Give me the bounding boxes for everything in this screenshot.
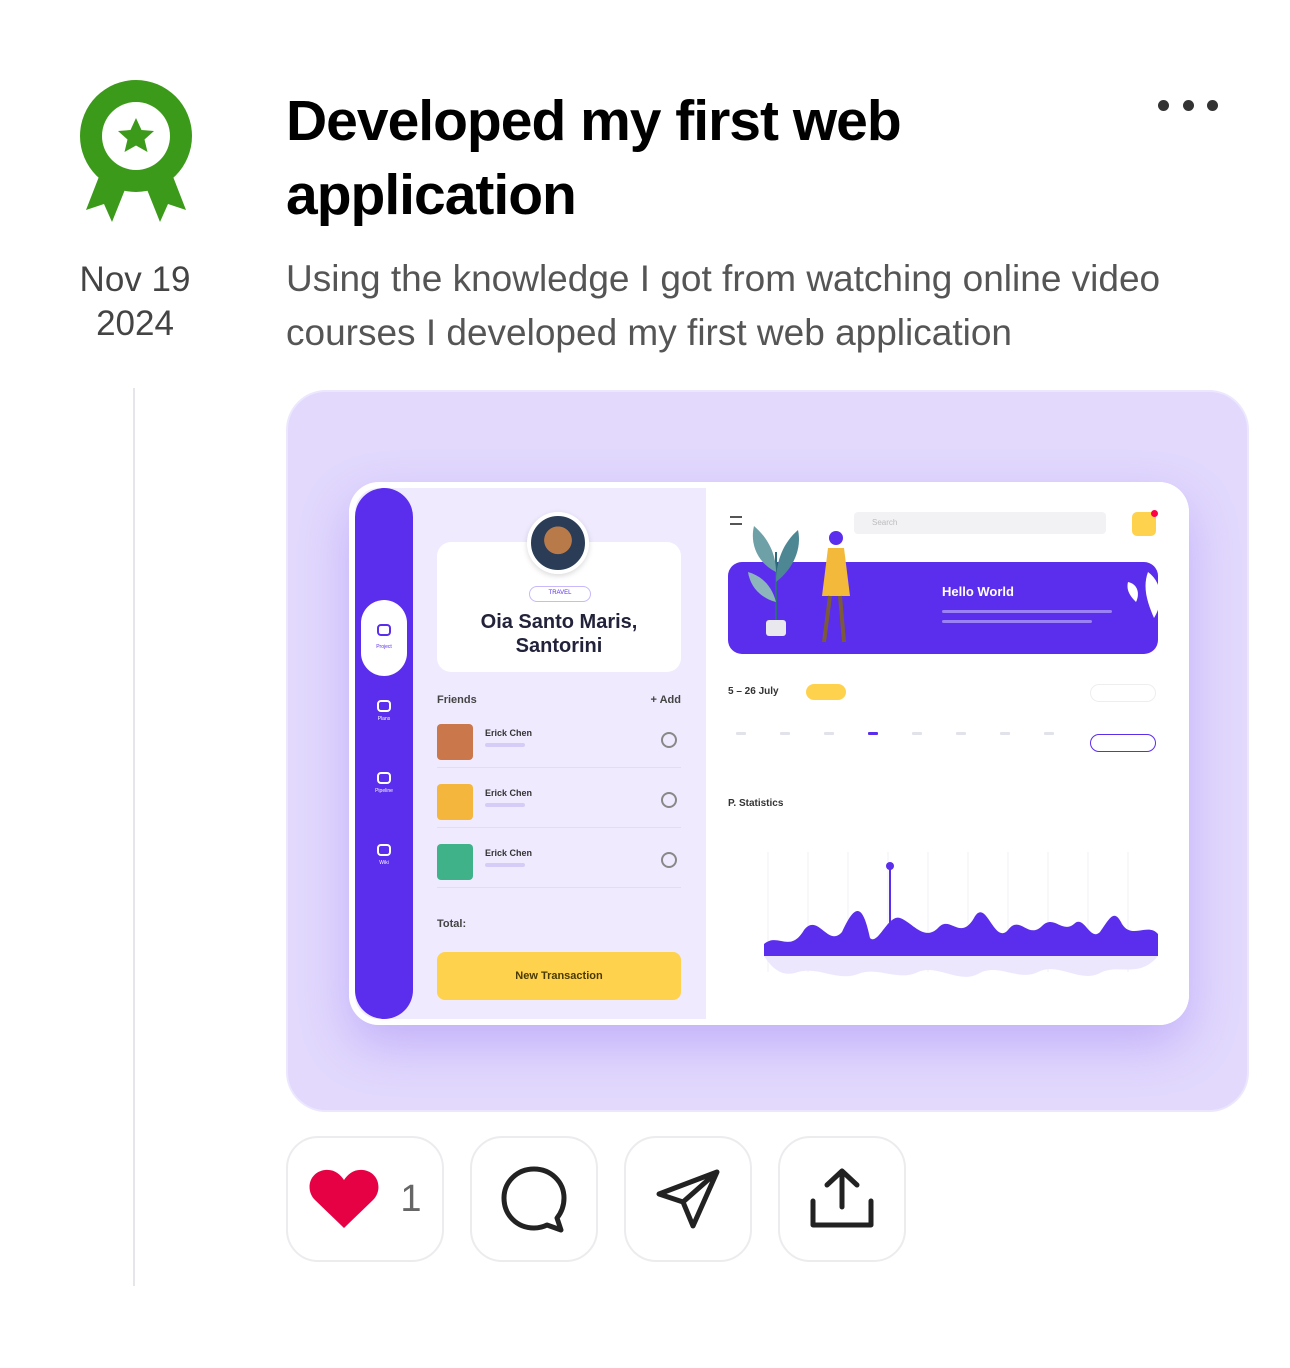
comment-button[interactable]	[470, 1136, 598, 1262]
like-count: 1	[400, 1177, 422, 1220]
day-tick	[1000, 732, 1010, 735]
friend-row: Erick Chen	[437, 718, 681, 768]
dashboard-left-panel: Project Plans Pipeline Wiki TRAVEL Oia S…	[349, 482, 706, 1025]
location-pin-icon	[661, 852, 677, 868]
date-range: 5 – 26 July	[728, 686, 779, 697]
more-dot-icon	[1158, 99, 1169, 111]
friends-header: Friends + Add	[437, 694, 681, 706]
rail-caption: Wiki	[379, 860, 389, 866]
rail-item-project: Project	[361, 600, 407, 676]
day-tick	[956, 732, 966, 735]
week-nav-arrows	[806, 684, 846, 700]
friend-name: Erick Chen	[485, 848, 533, 858]
status-pill	[1090, 734, 1156, 752]
person-illustration	[822, 531, 850, 643]
menu-icon	[730, 516, 742, 525]
hero-text-line	[942, 620, 1092, 623]
dashboard-side-rail: Project Plans Pipeline Wiki	[355, 488, 413, 1019]
day-tick	[868, 732, 878, 735]
post-description: Using the knowledge I got from watching …	[286, 258, 1161, 353]
new-transaction-button: New Transaction	[437, 952, 681, 1000]
friend-name: Erick Chen	[485, 788, 533, 798]
post-date-year: 2024	[96, 304, 174, 343]
friend-subtext	[485, 743, 525, 747]
location-pin-icon	[661, 792, 677, 808]
heart-icon	[309, 1169, 379, 1228]
rail-item-plans: Plans	[361, 692, 407, 768]
post-title: Developed my first web application	[286, 89, 902, 227]
more-dot-icon	[1207, 99, 1218, 111]
timeline-line	[133, 388, 135, 1286]
like-button[interactable]: 1	[286, 1136, 444, 1262]
day-tick	[780, 732, 790, 735]
place-name: Oia Santo Maris, Santorini	[480, 611, 638, 657]
plant-illustration	[748, 526, 800, 636]
rail-item-wiki: Wiki	[361, 836, 407, 912]
share-button[interactable]	[778, 1136, 906, 1262]
post-card: Nov 19 2024 Developed my first web appli…	[0, 0, 1290, 1368]
day-tick	[1044, 732, 1054, 735]
folder-icon	[377, 624, 391, 636]
dashboard-mockup: Project Plans Pipeline Wiki TRAVEL Oia S…	[349, 482, 1189, 1025]
friend-subtext	[485, 803, 525, 807]
friend-name: Erick Chen	[485, 728, 533, 738]
friend-row: Erick Chen	[437, 778, 681, 828]
send-icon	[656, 1169, 720, 1229]
week-select	[1090, 684, 1156, 702]
friend-photo	[437, 844, 473, 880]
rail-caption: Project	[376, 644, 392, 650]
friend-subtext	[485, 863, 525, 867]
stats-title: P. Statistics	[728, 798, 784, 809]
hero-title: Hello World	[942, 584, 1014, 599]
post-date: Nov 19 2024	[60, 258, 210, 346]
send-button[interactable]	[624, 1136, 752, 1262]
post-date-day: Nov 19	[79, 260, 191, 299]
add-friend-label: + Add	[650, 694, 681, 706]
post-actions: 1	[286, 1136, 926, 1264]
dashboard-search: Search	[854, 512, 1106, 534]
plans-icon	[377, 700, 391, 712]
statistics-chart	[764, 852, 1158, 977]
calendar-days	[736, 732, 1076, 756]
day-tick	[824, 732, 834, 735]
avatar	[527, 512, 589, 574]
wiki-icon	[377, 844, 391, 856]
post-image[interactable]: Project Plans Pipeline Wiki TRAVEL Oia S…	[286, 390, 1249, 1112]
rail-item-pipeline: Pipeline	[361, 764, 407, 840]
bell-icon	[1132, 510, 1158, 536]
day-tick	[912, 732, 922, 735]
more-dot-icon	[1182, 99, 1194, 111]
comment-icon	[501, 1166, 567, 1233]
dashboard-right-panel: Search Hello World 5 – 26 July P. Statis…	[706, 482, 1189, 1025]
friend-row: Erick Chen	[437, 838, 681, 888]
day-tick	[736, 732, 746, 735]
profile-tag: TRAVEL	[529, 586, 591, 602]
friend-photo	[437, 784, 473, 820]
friends-label: Friends	[437, 694, 477, 706]
award-badge-icon	[80, 80, 192, 222]
location-pin-icon	[661, 732, 677, 748]
total-label: Total:	[437, 918, 467, 930]
hero-text-line	[942, 610, 1112, 613]
rail-caption: Pipeline	[375, 788, 393, 794]
pipeline-icon	[377, 772, 391, 784]
more-options-button[interactable]	[1158, 90, 1218, 120]
rail-caption: Plans	[377, 716, 391, 722]
friend-photo	[437, 724, 473, 760]
share-icon	[810, 1168, 874, 1228]
leaf-illustration	[1127, 572, 1161, 618]
